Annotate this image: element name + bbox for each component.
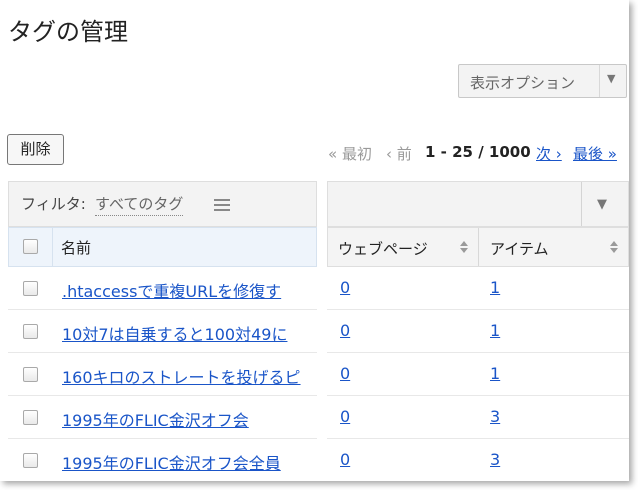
row-checkbox[interactable] [23,367,38,382]
chevron-down-icon[interactable]: ▼ [607,72,615,85]
items-count-link[interactable]: 3 [490,407,500,426]
sort-icon[interactable] [460,241,468,255]
display-options-label: 表示オプション [470,74,576,92]
column-header-webpages[interactable]: ウェブページ [338,238,428,259]
table-row-counts: 0 1 [327,353,629,396]
items-count-link[interactable]: 1 [490,364,500,383]
row-checkbox[interactable] [23,324,38,339]
header-divider [478,228,479,266]
table-row: 160キロのストレートを投げるピ [8,353,317,396]
tag-name-link[interactable]: .htaccessで重複URLを修復す [62,278,281,302]
header-divider [52,228,53,266]
column-header-name[interactable]: 名前 [61,237,91,258]
items-count-link[interactable]: 1 [490,278,500,297]
table-row: 10対7は自乗すると100対49に [8,310,317,353]
webpages-count-link[interactable]: 0 [340,450,350,469]
column-options-bar: ▼ [327,181,629,227]
webpages-count-link[interactable]: 0 [340,321,350,340]
table-row-counts: 0 3 [327,439,629,481]
sort-icon[interactable] [610,241,618,255]
button-divider [599,65,600,97]
webpages-count-link[interactable]: 0 [340,407,350,426]
items-count-link[interactable]: 1 [490,321,500,340]
display-options-button[interactable]: 表示オプション ▼ [458,64,627,98]
row-checkbox[interactable] [23,410,38,425]
filter-value-selector[interactable]: すべてのタグ [95,193,184,216]
row-checkbox[interactable] [23,281,38,296]
tag-name-link[interactable]: 1995年のFLIC金沢オフ会全員 [62,450,281,474]
table-header-name: 名前 [8,227,317,267]
chevron-down-icon[interactable]: ▼ [597,197,607,212]
items-count-link[interactable]: 3 [490,450,500,469]
webpages-count-link[interactable]: 0 [340,278,350,297]
table-row-counts: 0 1 [327,310,629,353]
tag-manager-panel: タグの管理 表示オプション ▼ 削除 « 最初 ‹ 前 1 - 25 / 100… [0,0,629,481]
delete-button[interactable]: 削除 [7,134,64,165]
table-row-counts: 0 3 [327,396,629,439]
tag-name-link[interactable]: 160キロのストレートを投げるピ [62,364,301,388]
pager-last-link[interactable]: 最後 » [573,143,617,164]
table-row: 1995年のFLIC金沢オフ会全員 [8,439,317,481]
row-checkbox[interactable] [23,453,38,468]
filter-bar: フィルタ: すべてのタグ [8,181,317,227]
table-header-counts: ウェブページ アイテム [327,227,629,267]
pager-first: « 最初 [328,145,372,163]
tag-name-link[interactable]: 10対7は自乗すると100対49に [62,321,287,345]
page-title: タグの管理 [8,18,128,46]
list-icon[interactable] [214,199,230,211]
select-all-checkbox[interactable] [23,239,38,254]
table-row-counts: 0 1 [327,267,629,310]
column-header-items[interactable]: アイテム [490,238,549,259]
pager-prev: ‹ 前 [386,145,412,163]
pager-range: 1 - 25 / 1000 [425,143,531,161]
table-row: .htaccessで重複URLを修復す [8,267,317,310]
pager-next-link[interactable]: 次 › [536,143,562,164]
column-options-divider [581,182,582,226]
table-row: 1995年のFLIC金沢オフ会 [8,396,317,439]
tag-name-link[interactable]: 1995年のFLIC金沢オフ会 [62,407,249,431]
webpages-count-link[interactable]: 0 [340,364,350,383]
filter-label: フィルタ: [21,195,86,213]
